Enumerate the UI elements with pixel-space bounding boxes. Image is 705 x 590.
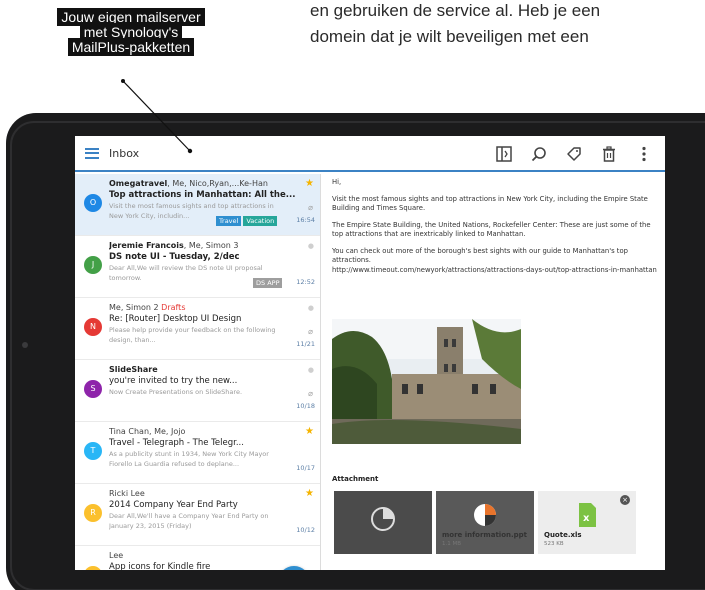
star-icon[interactable]: ★ bbox=[305, 426, 314, 437]
message-body: Hi, Visit the most famous sights and top… bbox=[332, 178, 657, 282]
avatar: P bbox=[84, 566, 102, 570]
mail-item[interactable]: T Tina Chan, Me, Jojo Travel - Telegraph… bbox=[75, 422, 320, 484]
mail-recipients: Tina Chan, Me, Jojo bbox=[109, 427, 186, 436]
attachment-name: more information.ppt bbox=[442, 531, 528, 539]
attachment-thumbnail[interactable]: more information.ppt 1.1 MB bbox=[436, 491, 534, 554]
avatar: T bbox=[84, 442, 102, 460]
message-paragraph: You can check out more of the borough's … bbox=[332, 246, 628, 265]
folder-title: Inbox bbox=[109, 146, 140, 160]
mail-preview: Please help provide your feedback on the… bbox=[109, 326, 276, 344]
message-paragraph: Visit the most famous sights and top att… bbox=[332, 194, 648, 213]
mail-recipients: Ricki Lee bbox=[109, 489, 145, 498]
panel-toggle-icon[interactable] bbox=[495, 145, 513, 163]
message-paragraph: The Empire State Building, the United Na… bbox=[332, 220, 651, 239]
mail-subject: Re: [Router] Desktop UI Design bbox=[109, 314, 242, 324]
mail-recipients: Lee bbox=[109, 551, 124, 560]
star-icon[interactable]: ★ bbox=[305, 178, 314, 189]
article-text: en gebruiken de service al. Heb je een d… bbox=[310, 0, 670, 50]
attachment-size: 1.1 MB bbox=[442, 541, 462, 547]
mail-sender: Jeremie Francois bbox=[109, 241, 184, 250]
star-icon[interactable]: ● bbox=[308, 242, 314, 250]
mail-item[interactable]: S SlideShare you're invited to try the n… bbox=[75, 360, 320, 422]
mail-preview: Now Create Presentations on SlideShare. bbox=[109, 388, 243, 396]
mail-recipients: , Me, Simon 3 bbox=[183, 241, 239, 250]
mail-subject: DS note UI - Tuesday, 2/dec bbox=[109, 252, 240, 262]
mail-recipients: , Me, Nico,Ryan,...Ke-Han bbox=[167, 179, 268, 188]
svg-text:x: x bbox=[583, 513, 590, 524]
image-caption: Jouw eigen mailserver met Synology's Mai… bbox=[36, 8, 226, 56]
tag-badge: Vacation bbox=[243, 216, 278, 226]
avatar: N bbox=[84, 318, 102, 336]
avatar: R bbox=[84, 504, 102, 522]
drafts-label: Drafts bbox=[161, 303, 186, 312]
attachment-size: 523 KB bbox=[544, 541, 564, 547]
mail-item[interactable]: O Omegatravel, Me, Nico,Ryan,...Ke-Han T… bbox=[75, 174, 320, 236]
article-line: en gebruiken de service al. Heb je een bbox=[310, 1, 601, 20]
message-link[interactable]: http://www.timeout.com/newyork/attractio… bbox=[332, 266, 657, 276]
trash-icon[interactable] bbox=[600, 145, 618, 163]
mail-preview: As a publicity stunt in 1934, New York C… bbox=[109, 450, 269, 468]
menu-icon[interactable] bbox=[85, 147, 99, 159]
star-icon[interactable]: ● bbox=[308, 304, 314, 312]
mail-date: 11/21 bbox=[296, 340, 315, 348]
tag-badge: Travel bbox=[216, 216, 242, 226]
attachment-thumbnail[interactable] bbox=[334, 491, 432, 554]
mail-preview: Dear All,We will review the DS note UI p… bbox=[109, 264, 263, 282]
attachment-thumbnail[interactable]: x × Quote.xls 523 KB bbox=[538, 491, 636, 554]
mail-date: 16:54 bbox=[296, 216, 315, 224]
close-icon[interactable]: × bbox=[620, 495, 630, 505]
attachment-icon: ⌀ bbox=[308, 203, 313, 212]
article-line: domein dat je wilt beveiligen met een bbox=[310, 27, 589, 46]
mail-subject: you're invited to try the new... bbox=[109, 376, 238, 386]
search-icon[interactable] bbox=[530, 145, 548, 163]
mail-item[interactable]: J Jeremie Francois, Me, Simon 3 DS note … bbox=[75, 236, 320, 298]
mail-date: 10/17 bbox=[296, 464, 315, 472]
star-icon[interactable]: ★ bbox=[305, 488, 314, 499]
mail-recipients: Me, Simon 2 bbox=[109, 303, 159, 312]
caption-line: MailPlus-pakketten bbox=[67, 38, 195, 56]
mail-item[interactable]: N Me, Simon 2 Drafts Re: [Router] Deskto… bbox=[75, 298, 320, 360]
tag-badge: DS APP bbox=[253, 278, 283, 288]
attachment-icon: ⌀ bbox=[308, 327, 313, 336]
message-greeting: Hi, bbox=[332, 178, 342, 186]
mail-list: O Omegatravel, Me, Nico,Ryan,...Ke-Han T… bbox=[75, 174, 321, 570]
toolbar: Inbox bbox=[75, 136, 665, 172]
mail-sender: SlideShare bbox=[109, 365, 158, 374]
message-photo bbox=[332, 319, 521, 444]
avatar: J bbox=[84, 256, 102, 274]
avatar: O bbox=[84, 194, 102, 212]
tag-icon[interactable] bbox=[565, 145, 583, 163]
attachment-icon: ⌀ bbox=[308, 389, 313, 398]
toolbar-actions bbox=[495, 145, 653, 163]
mail-date: 12:52 bbox=[296, 278, 315, 286]
mail-subject: Travel - Telegraph - The Telegr... bbox=[109, 438, 244, 448]
home-sensor bbox=[22, 342, 28, 348]
mail-item[interactable]: R Ricki Lee 2014 Company Year End Party … bbox=[75, 484, 320, 546]
mail-date: 10/12 bbox=[296, 526, 315, 534]
star-icon[interactable]: ● bbox=[308, 366, 314, 374]
mail-subject: Top attractions in Manhattan: All the... bbox=[109, 190, 296, 200]
mail-preview: Dear All,We'll have a Company Year End P… bbox=[109, 512, 269, 530]
mail-subject: App icons for Kindle fire bbox=[109, 562, 211, 570]
mail-subject: 2014 Company Year End Party bbox=[109, 500, 238, 510]
mail-item[interactable]: P Lee App icons for Kindle fire bbox=[75, 546, 320, 570]
mail-date: 10/18 bbox=[296, 402, 315, 410]
avatar: S bbox=[84, 380, 102, 398]
mail-sender: Omegatravel bbox=[109, 179, 168, 188]
attachment-name: Quote.xls bbox=[544, 531, 582, 539]
attachment-title: Attachment bbox=[332, 475, 379, 483]
mail-tags: Travel Vacation bbox=[216, 216, 278, 226]
mail-app-screen: Inbox O Omegatravel, Me, Nico,Ryan,...Ke… bbox=[75, 136, 665, 570]
mail-tags: DS APP bbox=[253, 278, 283, 288]
more-vert-icon[interactable] bbox=[635, 145, 653, 163]
